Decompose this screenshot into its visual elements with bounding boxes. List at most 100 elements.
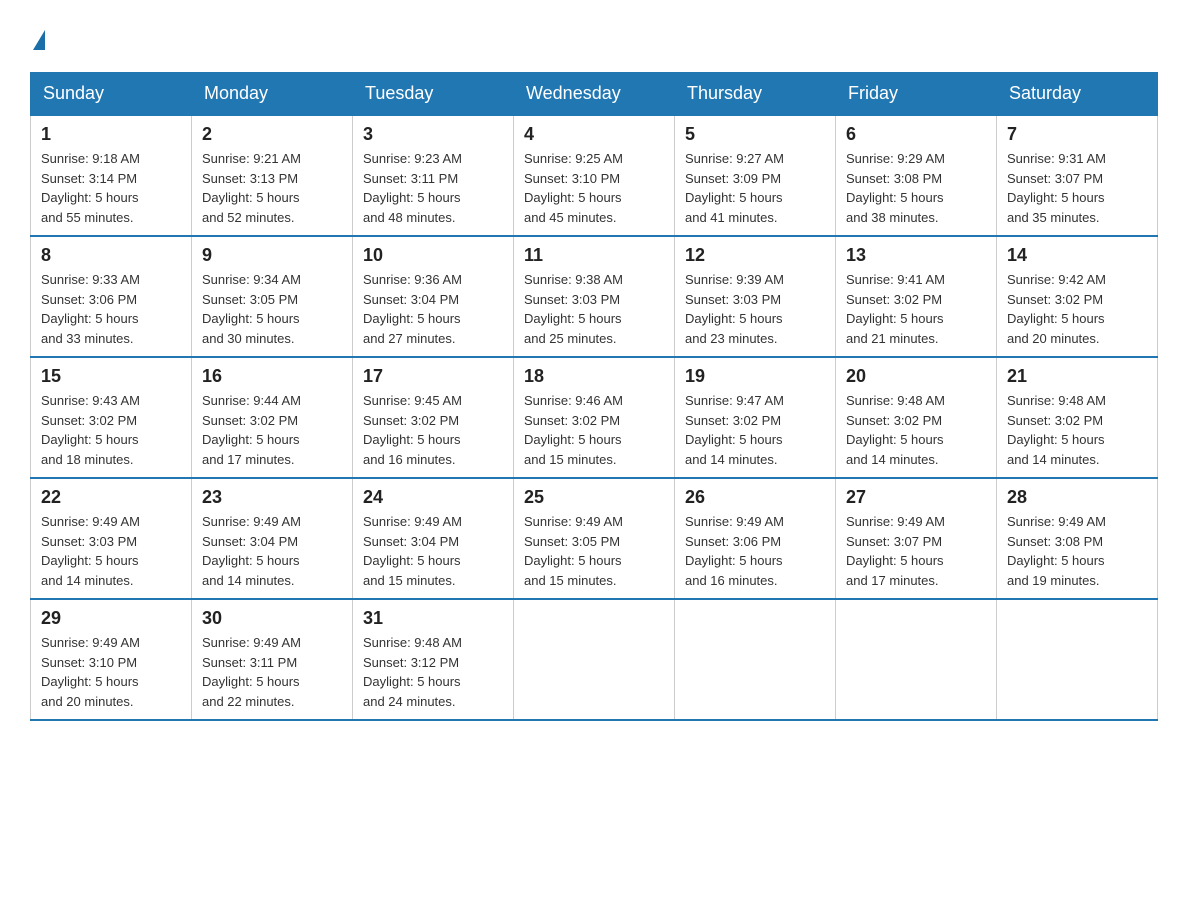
day-info: Sunrise: 9:49 AM Sunset: 3:07 PM Dayligh… bbox=[846, 512, 986, 590]
calendar-cell bbox=[675, 599, 836, 720]
day-number: 27 bbox=[846, 487, 986, 508]
day-info: Sunrise: 9:48 AM Sunset: 3:02 PM Dayligh… bbox=[846, 391, 986, 469]
day-info: Sunrise: 9:33 AM Sunset: 3:06 PM Dayligh… bbox=[41, 270, 181, 348]
logo bbox=[30, 30, 45, 52]
day-number: 6 bbox=[846, 124, 986, 145]
day-info: Sunrise: 9:21 AM Sunset: 3:13 PM Dayligh… bbox=[202, 149, 342, 227]
day-number: 3 bbox=[363, 124, 503, 145]
day-number: 31 bbox=[363, 608, 503, 629]
day-number: 2 bbox=[202, 124, 342, 145]
logo-triangle-icon bbox=[33, 30, 45, 50]
day-info: Sunrise: 9:49 AM Sunset: 3:04 PM Dayligh… bbox=[202, 512, 342, 590]
day-info: Sunrise: 9:27 AM Sunset: 3:09 PM Dayligh… bbox=[685, 149, 825, 227]
calendar-cell: 3 Sunrise: 9:23 AM Sunset: 3:11 PM Dayli… bbox=[353, 115, 514, 236]
calendar-cell: 23 Sunrise: 9:49 AM Sunset: 3:04 PM Dayl… bbox=[192, 478, 353, 599]
day-info: Sunrise: 9:48 AM Sunset: 3:12 PM Dayligh… bbox=[363, 633, 503, 711]
calendar-cell bbox=[836, 599, 997, 720]
day-info: Sunrise: 9:29 AM Sunset: 3:08 PM Dayligh… bbox=[846, 149, 986, 227]
day-info: Sunrise: 9:49 AM Sunset: 3:10 PM Dayligh… bbox=[41, 633, 181, 711]
day-number: 12 bbox=[685, 245, 825, 266]
day-number: 25 bbox=[524, 487, 664, 508]
day-number: 16 bbox=[202, 366, 342, 387]
day-number: 30 bbox=[202, 608, 342, 629]
day-info: Sunrise: 9:36 AM Sunset: 3:04 PM Dayligh… bbox=[363, 270, 503, 348]
calendar-week-row: 1 Sunrise: 9:18 AM Sunset: 3:14 PM Dayli… bbox=[31, 115, 1158, 236]
day-number: 20 bbox=[846, 366, 986, 387]
day-info: Sunrise: 9:49 AM Sunset: 3:06 PM Dayligh… bbox=[685, 512, 825, 590]
calendar-cell: 18 Sunrise: 9:46 AM Sunset: 3:02 PM Dayl… bbox=[514, 357, 675, 478]
day-number: 9 bbox=[202, 245, 342, 266]
calendar-cell: 20 Sunrise: 9:48 AM Sunset: 3:02 PM Dayl… bbox=[836, 357, 997, 478]
weekday-header-friday: Friday bbox=[836, 73, 997, 116]
weekday-header-tuesday: Tuesday bbox=[353, 73, 514, 116]
calendar-week-row: 8 Sunrise: 9:33 AM Sunset: 3:06 PM Dayli… bbox=[31, 236, 1158, 357]
weekday-header-saturday: Saturday bbox=[997, 73, 1158, 116]
day-info: Sunrise: 9:49 AM Sunset: 3:03 PM Dayligh… bbox=[41, 512, 181, 590]
day-info: Sunrise: 9:49 AM Sunset: 3:04 PM Dayligh… bbox=[363, 512, 503, 590]
day-number: 13 bbox=[846, 245, 986, 266]
day-number: 5 bbox=[685, 124, 825, 145]
calendar-table: SundayMondayTuesdayWednesdayThursdayFrid… bbox=[30, 72, 1158, 721]
day-info: Sunrise: 9:18 AM Sunset: 3:14 PM Dayligh… bbox=[41, 149, 181, 227]
calendar-cell: 4 Sunrise: 9:25 AM Sunset: 3:10 PM Dayli… bbox=[514, 115, 675, 236]
calendar-cell: 30 Sunrise: 9:49 AM Sunset: 3:11 PM Dayl… bbox=[192, 599, 353, 720]
page-header bbox=[30, 30, 1158, 52]
day-info: Sunrise: 9:46 AM Sunset: 3:02 PM Dayligh… bbox=[524, 391, 664, 469]
weekday-header-row: SundayMondayTuesdayWednesdayThursdayFrid… bbox=[31, 73, 1158, 116]
calendar-cell: 27 Sunrise: 9:49 AM Sunset: 3:07 PM Dayl… bbox=[836, 478, 997, 599]
calendar-cell: 1 Sunrise: 9:18 AM Sunset: 3:14 PM Dayli… bbox=[31, 115, 192, 236]
calendar-cell: 14 Sunrise: 9:42 AM Sunset: 3:02 PM Dayl… bbox=[997, 236, 1158, 357]
day-number: 14 bbox=[1007, 245, 1147, 266]
day-info: Sunrise: 9:43 AM Sunset: 3:02 PM Dayligh… bbox=[41, 391, 181, 469]
calendar-cell: 8 Sunrise: 9:33 AM Sunset: 3:06 PM Dayli… bbox=[31, 236, 192, 357]
weekday-header-wednesday: Wednesday bbox=[514, 73, 675, 116]
calendar-cell: 12 Sunrise: 9:39 AM Sunset: 3:03 PM Dayl… bbox=[675, 236, 836, 357]
calendar-week-row: 29 Sunrise: 9:49 AM Sunset: 3:10 PM Dayl… bbox=[31, 599, 1158, 720]
day-info: Sunrise: 9:39 AM Sunset: 3:03 PM Dayligh… bbox=[685, 270, 825, 348]
day-number: 21 bbox=[1007, 366, 1147, 387]
calendar-cell bbox=[514, 599, 675, 720]
calendar-cell: 21 Sunrise: 9:48 AM Sunset: 3:02 PM Dayl… bbox=[997, 357, 1158, 478]
day-number: 8 bbox=[41, 245, 181, 266]
day-number: 15 bbox=[41, 366, 181, 387]
day-number: 28 bbox=[1007, 487, 1147, 508]
weekday-header-thursday: Thursday bbox=[675, 73, 836, 116]
calendar-cell: 2 Sunrise: 9:21 AM Sunset: 3:13 PM Dayli… bbox=[192, 115, 353, 236]
calendar-cell: 31 Sunrise: 9:48 AM Sunset: 3:12 PM Dayl… bbox=[353, 599, 514, 720]
day-info: Sunrise: 9:42 AM Sunset: 3:02 PM Dayligh… bbox=[1007, 270, 1147, 348]
day-info: Sunrise: 9:44 AM Sunset: 3:02 PM Dayligh… bbox=[202, 391, 342, 469]
calendar-cell: 9 Sunrise: 9:34 AM Sunset: 3:05 PM Dayli… bbox=[192, 236, 353, 357]
calendar-cell: 16 Sunrise: 9:44 AM Sunset: 3:02 PM Dayl… bbox=[192, 357, 353, 478]
calendar-cell: 19 Sunrise: 9:47 AM Sunset: 3:02 PM Dayl… bbox=[675, 357, 836, 478]
day-info: Sunrise: 9:25 AM Sunset: 3:10 PM Dayligh… bbox=[524, 149, 664, 227]
calendar-week-row: 15 Sunrise: 9:43 AM Sunset: 3:02 PM Dayl… bbox=[31, 357, 1158, 478]
day-info: Sunrise: 9:34 AM Sunset: 3:05 PM Dayligh… bbox=[202, 270, 342, 348]
calendar-cell: 6 Sunrise: 9:29 AM Sunset: 3:08 PM Dayli… bbox=[836, 115, 997, 236]
day-number: 7 bbox=[1007, 124, 1147, 145]
weekday-header-monday: Monday bbox=[192, 73, 353, 116]
weekday-header-sunday: Sunday bbox=[31, 73, 192, 116]
day-number: 29 bbox=[41, 608, 181, 629]
day-number: 19 bbox=[685, 366, 825, 387]
day-info: Sunrise: 9:41 AM Sunset: 3:02 PM Dayligh… bbox=[846, 270, 986, 348]
calendar-cell: 24 Sunrise: 9:49 AM Sunset: 3:04 PM Dayl… bbox=[353, 478, 514, 599]
calendar-cell: 7 Sunrise: 9:31 AM Sunset: 3:07 PM Dayli… bbox=[997, 115, 1158, 236]
calendar-cell: 22 Sunrise: 9:49 AM Sunset: 3:03 PM Dayl… bbox=[31, 478, 192, 599]
calendar-cell: 28 Sunrise: 9:49 AM Sunset: 3:08 PM Dayl… bbox=[997, 478, 1158, 599]
day-info: Sunrise: 9:49 AM Sunset: 3:11 PM Dayligh… bbox=[202, 633, 342, 711]
calendar-week-row: 22 Sunrise: 9:49 AM Sunset: 3:03 PM Dayl… bbox=[31, 478, 1158, 599]
day-info: Sunrise: 9:45 AM Sunset: 3:02 PM Dayligh… bbox=[363, 391, 503, 469]
calendar-cell: 5 Sunrise: 9:27 AM Sunset: 3:09 PM Dayli… bbox=[675, 115, 836, 236]
day-number: 18 bbox=[524, 366, 664, 387]
day-number: 17 bbox=[363, 366, 503, 387]
day-number: 26 bbox=[685, 487, 825, 508]
day-number: 10 bbox=[363, 245, 503, 266]
day-number: 4 bbox=[524, 124, 664, 145]
day-number: 11 bbox=[524, 245, 664, 266]
calendar-cell: 17 Sunrise: 9:45 AM Sunset: 3:02 PM Dayl… bbox=[353, 357, 514, 478]
calendar-cell: 11 Sunrise: 9:38 AM Sunset: 3:03 PM Dayl… bbox=[514, 236, 675, 357]
day-info: Sunrise: 9:49 AM Sunset: 3:08 PM Dayligh… bbox=[1007, 512, 1147, 590]
day-info: Sunrise: 9:23 AM Sunset: 3:11 PM Dayligh… bbox=[363, 149, 503, 227]
day-number: 23 bbox=[202, 487, 342, 508]
day-info: Sunrise: 9:47 AM Sunset: 3:02 PM Dayligh… bbox=[685, 391, 825, 469]
